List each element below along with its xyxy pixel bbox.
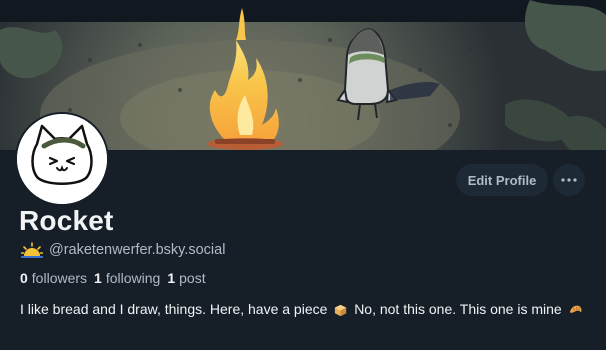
edit-profile-button[interactable]: Edit Profile (456, 164, 548, 196)
posts-stat: 1 post (167, 270, 205, 286)
following-count: 1 (94, 270, 102, 286)
following-stat[interactable]: 1 following (94, 270, 160, 286)
ellipsis-icon (561, 178, 577, 182)
croissant-icon (569, 305, 582, 313)
followers-count: 0 (20, 270, 28, 286)
cat-avatar-icon (17, 114, 107, 204)
posts-label: post (179, 270, 206, 286)
display-name: Rocket (19, 205, 114, 236)
sunrise-icon (21, 242, 43, 258)
posts-count: 1 (167, 270, 176, 286)
bio-text-1: I like bread and I draw, things. Here, h… (20, 301, 328, 317)
handle-row: @raketenwerfer.bsky.social (21, 242, 225, 258)
followers-stat[interactable]: 0 followers (20, 270, 87, 286)
handle[interactable]: @raketenwerfer.bsky.social (49, 242, 225, 258)
profile-stats: 0 followers 1 following 1 post (20, 270, 206, 286)
following-label: following (105, 270, 161, 286)
avatar[interactable] (15, 112, 109, 206)
bread-icon (335, 304, 347, 317)
followers-label: followers (31, 270, 88, 286)
more-options-button[interactable] (553, 164, 585, 196)
profile-bio: I like bread and I draw, things. Here, h… (20, 299, 590, 319)
bio-text-2: No, not this one. This one is mine (354, 301, 562, 317)
